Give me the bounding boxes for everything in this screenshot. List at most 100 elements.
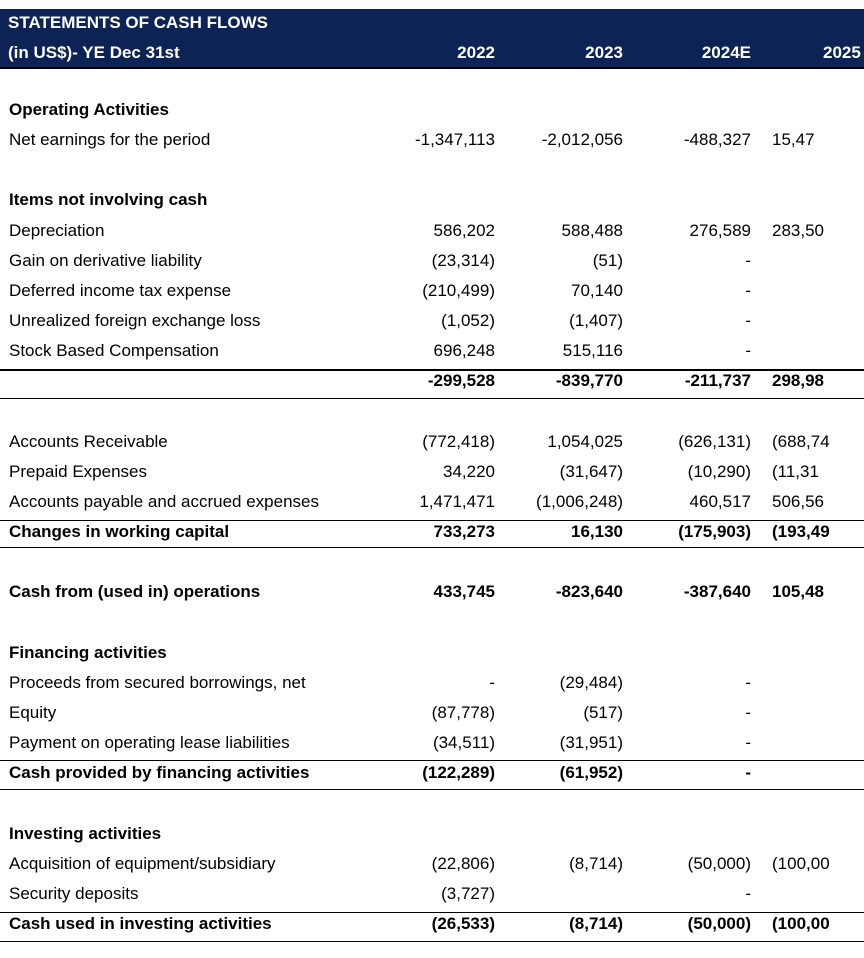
row-label: Payment on operating lease liabilities xyxy=(9,733,290,752)
year-header-2024e: 2024E xyxy=(701,43,751,62)
table-row: Cash from (used in) operations 433,745 -82… xyxy=(0,577,864,607)
table-row: Financing activities xyxy=(0,638,864,668)
value-cell-2022: (22,806) xyxy=(431,854,495,873)
row-label: Acquisition of equipment/subsidiary xyxy=(9,854,276,873)
value-cell-2022: 586,202 xyxy=(433,221,495,240)
value-cell-2023: (1,407) xyxy=(569,311,623,330)
value-cell-2023: -823,640 xyxy=(555,582,623,601)
value-cell-2024e: -387,640 xyxy=(683,582,751,601)
value-cell-2022: (34,511) xyxy=(432,733,495,752)
value-cell-2023: 70,140 xyxy=(571,281,623,300)
row-label: Depreciation xyxy=(9,221,105,240)
row-label: Investing activities xyxy=(9,824,162,843)
value-cell-2023: -2,012,056 xyxy=(541,130,623,149)
value-cell-2022: 34,220 xyxy=(443,462,495,481)
row-divider xyxy=(0,369,864,371)
value-cell-2022: (3,727) xyxy=(441,884,495,903)
value-cell-2023: (29,484) xyxy=(559,673,623,692)
table-row: Acquisition of equipment/subsidiary (22,8… xyxy=(0,849,864,879)
row-divider xyxy=(0,760,864,761)
row-label: Accounts payable and accrued expenses xyxy=(9,492,319,511)
value-cell-2025: 105,48 xyxy=(772,582,824,601)
value-cell-2024e: (626,131) xyxy=(678,432,751,451)
row-label: Stock Based Compensation xyxy=(9,341,219,360)
value-cell-2024e: (50,000) xyxy=(687,854,751,873)
statement-title: STATEMENTS OF CASH FLOWS xyxy=(8,13,269,32)
row-label: Financing activities xyxy=(9,643,167,662)
table-row: Prepaid Expenses 34,220 (31,647) (10,290) (1… xyxy=(0,457,864,487)
table-row: Cash used in investing activities (26,533… xyxy=(0,909,864,939)
value-cell-2024e: - xyxy=(745,763,751,782)
table-row: Proceeds from secured borrowings, net - (2… xyxy=(0,668,864,698)
value-cell-2022: (23,314) xyxy=(431,251,495,270)
row-divider xyxy=(0,941,864,942)
value-cell-2022: (772,418) xyxy=(422,432,495,451)
value-cell-2024e: - xyxy=(745,251,751,270)
value-cell-2024e: - xyxy=(745,884,751,903)
value-cell-2023: 515,116 xyxy=(562,341,623,360)
value-cell-2023: (8,714) xyxy=(569,854,623,873)
value-cell-2022: 696,248 xyxy=(433,341,495,360)
table-row: Accounts Receivable (772,418) 1,054,025 (62… xyxy=(0,427,864,457)
value-cell-2024e: 276,589 xyxy=(689,221,751,240)
cash-flow-statement: STATEMENTS OF CASH FLOWS (in US$)- YE De… xyxy=(0,9,864,942)
value-cell-2024e: -488,327 xyxy=(683,130,751,149)
table-row: Equity (87,778) (517) - xyxy=(0,698,864,728)
row-label: Gain on derivative liability xyxy=(9,251,202,270)
table-row: Depreciation 586,202 588,488 276,589 283,50 xyxy=(0,216,864,246)
row-label: Deferred income tax expense xyxy=(9,281,232,300)
row-label: Prepaid Expenses xyxy=(9,462,147,481)
row-divider xyxy=(0,520,864,521)
value-cell-2023: 16,130 xyxy=(571,522,623,541)
value-cell-2022: - xyxy=(489,673,495,692)
table-row: Security deposits (3,727) - xyxy=(0,879,864,909)
value-cell-2023: (31,951) xyxy=(559,733,623,752)
value-cell-2025: (100,00 xyxy=(772,914,830,933)
table-row: Items not involving cash xyxy=(0,185,864,215)
value-cell-2025: 506,56 xyxy=(772,492,824,511)
row-divider xyxy=(0,912,864,913)
row-label: Proceeds from secured borrowings, net xyxy=(9,673,306,692)
statement-header: STATEMENTS OF CASH FLOWS (in US$)- YE De… xyxy=(0,9,864,69)
table-row: Operating Activities xyxy=(0,95,864,125)
table-row: Payment on operating lease liabilities (3… xyxy=(0,728,864,758)
value-cell-2024e: (175,903) xyxy=(678,522,751,541)
value-cell-2022: (87,778) xyxy=(431,703,495,722)
value-cell-2022: (26,533) xyxy=(431,914,495,933)
row-label: Net earnings for the period xyxy=(9,130,211,149)
value-cell-2022: -1,347,113 xyxy=(414,130,495,149)
value-cell-2022: (210,499) xyxy=(422,281,495,300)
value-cell-2025: 15,47 xyxy=(772,130,815,149)
value-cell-2024e: - xyxy=(745,733,751,752)
row-label: Cash provided by financing activities xyxy=(9,763,310,782)
value-cell-2023: -839,770 xyxy=(555,371,623,390)
value-cell-2024e: (10,290) xyxy=(687,462,751,481)
value-cell-2023: (8,714) xyxy=(569,914,623,933)
table-row: Investing activities xyxy=(0,819,864,849)
value-cell-2024e: 460,517 xyxy=(689,492,751,511)
value-cell-2025: (688,74 xyxy=(772,432,830,451)
value-cell-2022: 433,745 xyxy=(433,582,495,601)
value-cell-2023: (31,647) xyxy=(559,462,623,481)
value-cell-2025: (193,49 xyxy=(772,522,830,541)
year-header-2023: 2023 xyxy=(585,43,623,62)
table-row: Gain on derivative liability (23,314) (51)… xyxy=(0,246,864,276)
value-cell-2022: (1,052) xyxy=(441,311,495,330)
value-cell-2025: 283,50 xyxy=(772,221,824,240)
year-header-2025: 2025 xyxy=(823,43,861,62)
row-label: Security deposits xyxy=(9,884,139,903)
row-label: Changes in working capital xyxy=(9,522,230,541)
value-cell-2022: 1,471,471 xyxy=(419,492,495,511)
row-label: Items not involving cash xyxy=(9,190,208,209)
table-row: Changes in working capital 733,273 16,130 (… xyxy=(0,517,864,547)
table-row: Deferred income tax expense (210,499) 70,1… xyxy=(0,276,864,306)
row-divider xyxy=(0,789,864,790)
value-cell-2025: (100,00 xyxy=(772,854,830,873)
table-row: Accounts payable and accrued expenses 1,4… xyxy=(0,487,864,517)
value-cell-2024e: - xyxy=(745,311,751,330)
value-cell-2023: (517) xyxy=(583,703,623,722)
table-row: Unrealized foreign exchange loss (1,052) (… xyxy=(0,306,864,336)
value-cell-2024e: -211,737 xyxy=(684,371,751,390)
row-label: Unrealized foreign exchange loss xyxy=(9,311,261,330)
table-row: Net earnings for the period -1,347,113 -2,… xyxy=(0,125,864,155)
